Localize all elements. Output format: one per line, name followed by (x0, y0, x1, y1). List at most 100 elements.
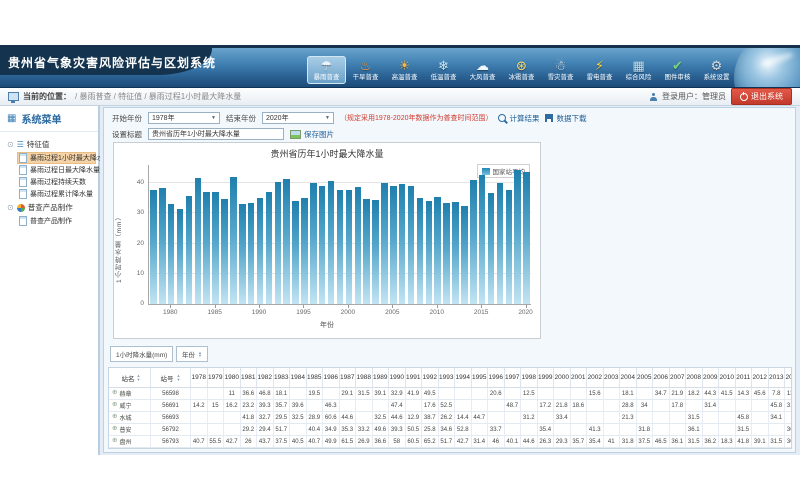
nav-item-label: 低温普查 (426, 73, 460, 81)
end-year-select[interactable]: 2020年 ▼ (262, 112, 334, 124)
column-header-year[interactable]: 1996 (488, 368, 505, 387)
nav-item-comprehensive-risk[interactable]: ▦综合风险 (619, 56, 658, 84)
sidebar-group-普查产品制作[interactable]: ⊙普查产品制作 (2, 200, 96, 215)
value-cell: 44.7 (472, 412, 489, 423)
logout-button[interactable]: 退出系统 (731, 88, 792, 105)
sort-arrows-icon: ▲▼ (137, 374, 141, 381)
column-header-year[interactable]: 2008 (686, 368, 703, 387)
column-header-year[interactable]: 1993 (439, 368, 456, 387)
x-tick-label: 2020 (511, 309, 541, 316)
column-header-year[interactable]: 1998 (521, 368, 538, 387)
start-year-select[interactable]: 1978年 ▼ (148, 112, 220, 124)
column-header-year[interactable]: 1987 (340, 368, 357, 387)
expand-row-icon[interactable]: ⊕ (112, 390, 117, 397)
column-header-year[interactable]: 1997 (505, 368, 522, 387)
column-header-year[interactable]: 1995 (472, 368, 489, 387)
expand-row-icon[interactable]: ⊕ (112, 438, 117, 445)
value-cell (719, 412, 736, 423)
tree-expand-icon[interactable]: ⊙ (7, 141, 14, 149)
expand-row-icon[interactable]: ⊕ (112, 414, 117, 421)
column-header-year[interactable]: 1992 (422, 368, 439, 387)
column-header-year[interactable]: 2009 (703, 368, 720, 387)
value-cell (686, 448, 703, 449)
column-header-year[interactable]: 2004 (620, 368, 637, 387)
column-header-year[interactable]: 1986 (323, 368, 340, 387)
sidebar-item-暴雨过程累计降水量[interactable]: 暴雨过程累计降水量 (17, 188, 96, 200)
expand-row-icon[interactable]: ⊕ (112, 402, 117, 409)
column-header-year[interactable]: 2006 (653, 368, 670, 387)
column-header-站号[interactable]: 站号▲▼ (151, 368, 191, 387)
value-cell (208, 412, 225, 423)
column-header-year[interactable]: 2000 (554, 368, 571, 387)
measure-field-box[interactable]: 1小时降水量(mm) (110, 346, 173, 362)
sidebar-group-特征值[interactable]: ⊙☰特征值 (2, 137, 96, 152)
save-picture-button[interactable]: 保存图片 (290, 129, 334, 140)
column-header-year[interactable]: 1989 (373, 368, 390, 387)
column-header-year[interactable]: 2010 (719, 368, 736, 387)
column-header-year[interactable]: 1981 (241, 368, 258, 387)
column-header-year[interactable]: 2014 (785, 368, 792, 387)
column-header-year[interactable]: 1994 (455, 368, 472, 387)
column-header-year[interactable]: 1983 (274, 368, 291, 387)
column-header-year[interactable]: 2005 (637, 368, 654, 387)
column-header-year[interactable]: 1978 (191, 368, 208, 387)
nav-item-drought[interactable]: ♨干旱普查 (346, 56, 385, 84)
column-header-year[interactable]: 2013 (769, 368, 786, 387)
value-cell: 26.9 (356, 436, 373, 447)
column-header-year[interactable]: 1979 (208, 368, 225, 387)
calculate-result-label: 计算结果 (509, 113, 539, 124)
calculate-result-button[interactable]: 计算结果 (498, 113, 539, 124)
chart-bar (275, 182, 282, 304)
column-header-year[interactable]: 1985 (307, 368, 324, 387)
column-header-year[interactable]: 1991 (406, 368, 423, 387)
column-header-year[interactable]: 1982 (257, 368, 274, 387)
station-name: 盘州 (119, 437, 131, 446)
nav-item-rain-cloud[interactable]: ☂暴雨普查 (307, 56, 346, 84)
nav-item-label: 暴雨普查 (309, 73, 343, 81)
column-header-站名[interactable]: 站名▲▼ (109, 368, 151, 387)
chart-bar (186, 196, 193, 304)
value-cell (637, 412, 654, 423)
column-header-year[interactable]: 2007 (670, 368, 687, 387)
value-cell: 44.6 (521, 436, 538, 447)
chart-title-input[interactable] (148, 128, 284, 140)
nav-item-low-temp[interactable]: ❄低温普查 (424, 56, 463, 84)
column-header-year[interactable]: 1988 (356, 368, 373, 387)
sidebar-item-label: 暴雨过程累计降水量 (30, 189, 93, 199)
value-cell: 46 (488, 436, 505, 447)
nav-item-snow[interactable]: ☃雪灾普查 (541, 56, 580, 84)
column-header-year[interactable]: 1999 (538, 368, 555, 387)
sidebar-item-暴雨过程持续天数[interactable]: 暴雨过程持续天数 (17, 176, 96, 188)
nav-item-settings-wrench[interactable]: ⚙系统设置 (697, 56, 736, 84)
tree-expand-icon[interactable]: ⊙ (7, 204, 14, 212)
nav-item-hail[interactable]: ⊛冰雹普查 (502, 56, 541, 84)
column-header-year[interactable]: 1980 (224, 368, 241, 387)
column-header-year[interactable]: 2003 (604, 368, 621, 387)
expand-row-icon[interactable]: ⊕ (112, 426, 117, 433)
value-cell: 36.6 (373, 436, 390, 447)
year-column-field-box[interactable]: 年份 ▲▼ (176, 346, 208, 362)
chart-bar (488, 193, 495, 305)
data-download-button[interactable]: 数据下载 (545, 113, 586, 124)
column-header-year[interactable]: 2002 (587, 368, 604, 387)
nav-item-lightning[interactable]: ⚡雷电普查 (580, 56, 619, 84)
sidebar-item-普查产品制作[interactable]: 普查产品制作 (17, 215, 96, 227)
value-cell (521, 400, 538, 411)
nav-item-high-temp[interactable]: ☀高温普查 (385, 56, 424, 84)
column-header-year[interactable]: 1984 (290, 368, 307, 387)
value-cell (505, 388, 522, 399)
nav-item-wind-cloud[interactable]: ☁大风普查 (463, 56, 502, 84)
nav-item-map-review[interactable]: ✔图件审核 (658, 56, 697, 84)
sidebar-item-暴雨过程日最大降水量[interactable]: 暴雨过程日最大降水量 (17, 164, 96, 176)
column-header-year[interactable]: 2011 (736, 368, 753, 387)
column-header-year[interactable]: 2012 (752, 368, 769, 387)
year-field-label: 年份 (182, 349, 195, 359)
value-cell: 40.4 (307, 424, 324, 435)
top-nav-toolbar: ☂暴雨普查♨干旱普查☀高温普查❄低温普查☁大风普查⊛冰雹普查☃雪灾普查⚡雷电普查… (307, 50, 736, 88)
document-icon (19, 153, 27, 163)
value-cell (604, 424, 621, 435)
column-header-year[interactable]: 1990 (389, 368, 406, 387)
value-cell (538, 412, 555, 423)
column-header-year[interactable]: 2001 (571, 368, 588, 387)
sidebar-item-暴雨过程1小时最大降水量[interactable]: 暴雨过程1小时最大降水量 (17, 152, 96, 164)
